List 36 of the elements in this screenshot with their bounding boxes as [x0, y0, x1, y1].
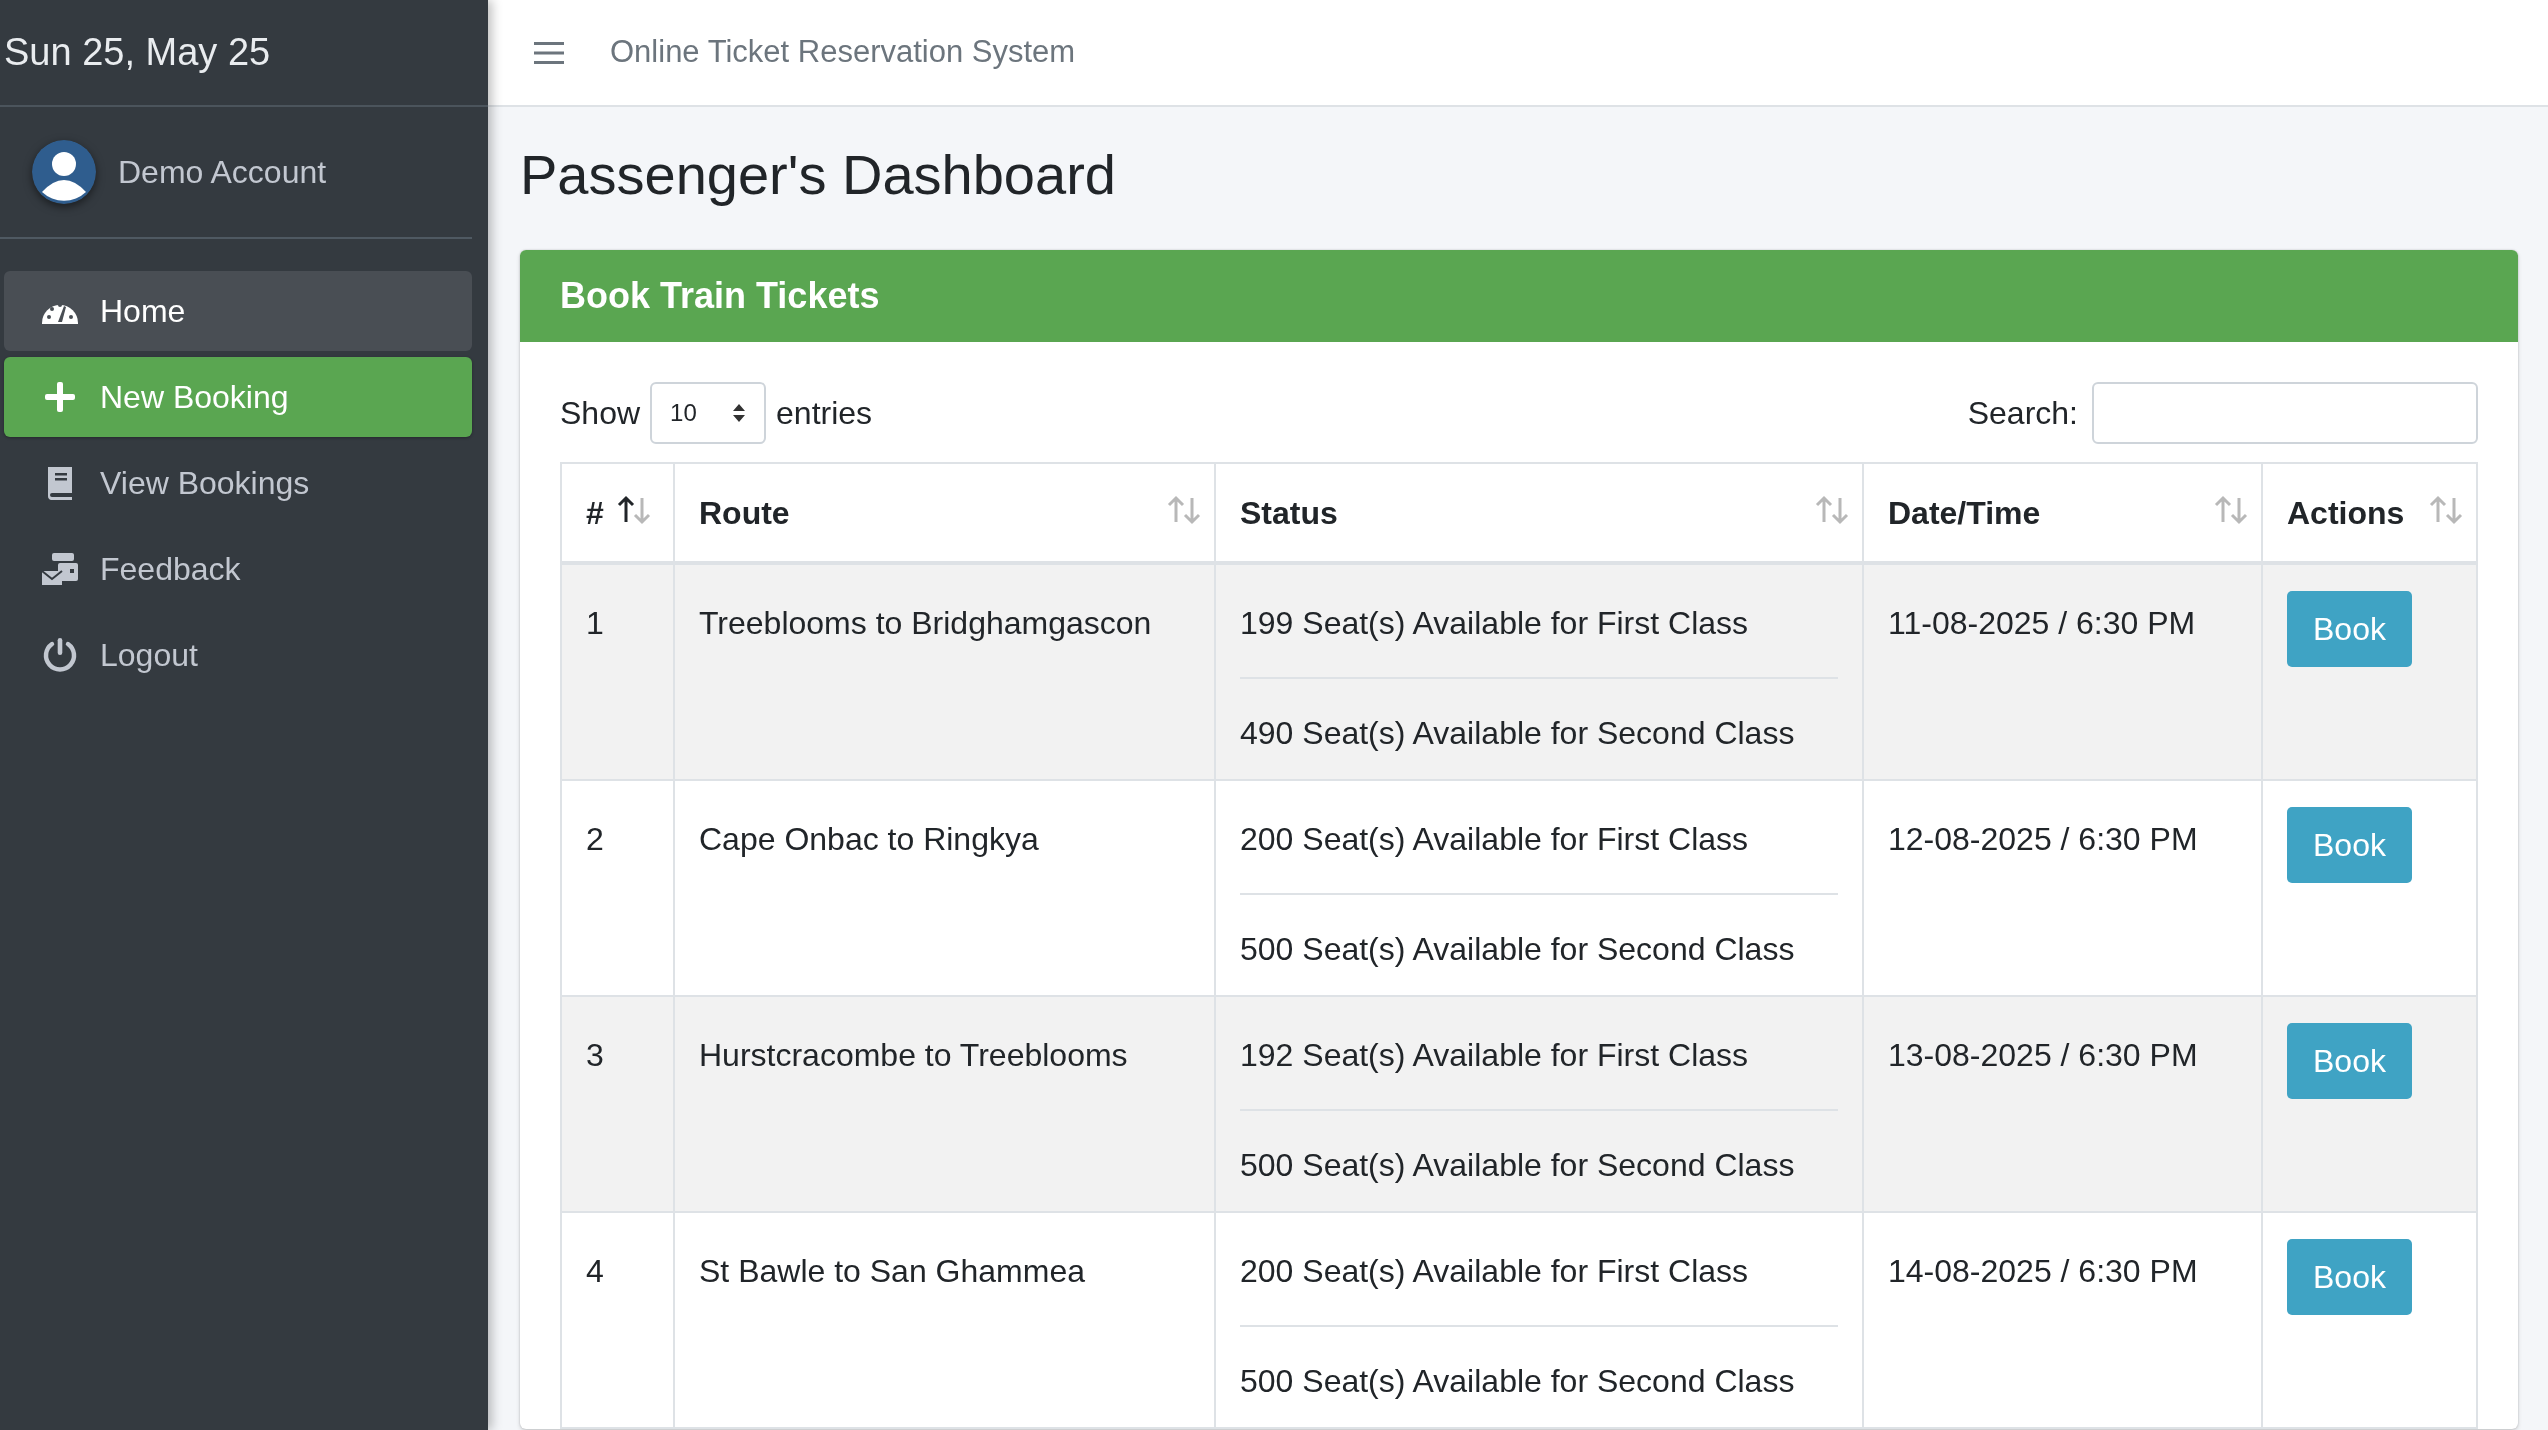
seat-availability: 500 Seat(s) Available for Second Class — [1240, 931, 1795, 968]
route-text: Cape Onbac to Ringkya — [699, 821, 1039, 858]
nav-item[interactable]: Logout — [4, 615, 472, 695]
date-time: 11-08-2025 / 6:30 PM — [1888, 605, 2196, 642]
show-label: Show — [560, 394, 641, 434]
entries-select[interactable]: 10 — [650, 382, 767, 445]
search-field[interactable] — [2092, 382, 2478, 445]
row-number: 2 — [586, 821, 604, 858]
user-avatar-icon — [32, 140, 96, 204]
row-number: 3 — [586, 1037, 604, 1074]
seat-availability: 500 Seat(s) Available for Second Class — [1240, 1363, 1795, 1400]
sort-icon[interactable] — [616, 494, 652, 527]
row-number: 1 — [586, 605, 604, 642]
seat-availability: 200 Seat(s) Available for First Class — [1240, 1253, 1749, 1290]
row-number: 4 — [586, 1253, 604, 1290]
menu-icon[interactable] — [534, 39, 564, 66]
user-name[interactable]: Demo Account — [118, 148, 327, 196]
page-title: Passenger's Dashboard — [520, 142, 1117, 208]
seat-availability: 490 Seat(s) Available for Second Class — [1240, 715, 1795, 752]
route-text: St Bawle to San Ghammea — [699, 1253, 1085, 1290]
app-title[interactable]: Online Ticket Reservation System — [610, 29, 1076, 76]
route-text: Hurstcracombe to Treeblooms — [699, 1037, 1128, 1074]
route-text: Treeblooms to Bridghamgascon — [699, 605, 1152, 642]
seat-availability: 199 Seat(s) Available for First Class — [1240, 605, 1749, 642]
seat-availability: 192 Seat(s) Available for First Class — [1240, 1037, 1749, 1074]
nav-item[interactable]: Feedback — [4, 529, 472, 609]
date-time: 14-08-2025 / 6:30 PM — [1888, 1253, 2198, 1290]
entries-label: entries — [776, 394, 873, 434]
seat-availability: 500 Seat(s) Available for Second Class — [1240, 1147, 1795, 1184]
nav-item[interactable]: View Bookings — [4, 443, 472, 523]
seat-availability: 200 Seat(s) Available for First Class — [1240, 821, 1749, 858]
date-time: 13-08-2025 / 6:30 PM — [1888, 1037, 2198, 1074]
search-label: Search: — [1967, 394, 2078, 434]
date-time: 12-08-2025 / 6:30 PM — [1888, 821, 2198, 858]
nav-item[interactable]: Home — [4, 271, 472, 351]
card-header: Book Train Tickets — [520, 250, 2518, 343]
